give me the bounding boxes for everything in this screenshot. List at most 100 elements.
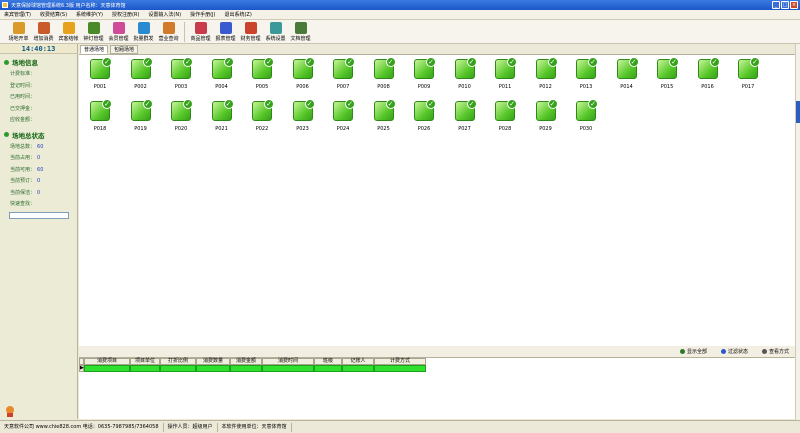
venue-label: P009 (417, 84, 431, 90)
menu-item[interactable]: 系统维护(Y) (76, 11, 103, 18)
status-value: 0 (37, 178, 41, 184)
menu-item[interactable]: 设置输入法(N) (148, 11, 181, 18)
venue-tile[interactable]: ✓ P009 (407, 56, 441, 96)
status-value: 60 (37, 143, 44, 150)
toolbar-button[interactable]: 宾客结帐 (56, 20, 81, 44)
table-cell[interactable] (342, 365, 374, 372)
info-row: 应收金额： (0, 115, 77, 127)
table-cell[interactable] (130, 365, 160, 372)
venue-tile[interactable]: ✓ P028 (488, 98, 522, 138)
toolbar-button[interactable]: 场地开单 (6, 20, 31, 44)
column-header[interactable]: 打折比例 (160, 358, 196, 365)
venue-tile[interactable]: ✓ P025 (367, 98, 401, 138)
status-label: 当前占用： (10, 155, 36, 161)
venue-open-icon (12, 22, 25, 34)
column-header[interactable]: 消费金额 (230, 358, 262, 365)
toolbar-button-label: 文档管理 (290, 36, 311, 42)
column-header[interactable]: 计费方式 (374, 358, 426, 365)
toolbar-button-label: 营业查询 (158, 36, 179, 42)
venue-tile[interactable]: ✓ P008 (367, 56, 401, 96)
checkmark-icon: ✓ (183, 57, 193, 67)
venue-tile[interactable]: ✓ P024 (326, 98, 360, 138)
venue-label: P030 (579, 126, 593, 132)
table-cell[interactable] (160, 365, 196, 372)
venue-status-icon: ✓ (373, 57, 396, 79)
venue-tile[interactable]: ✓ P010 (448, 56, 482, 96)
venue-tile[interactable]: ✓ P014 (610, 56, 644, 96)
toolbar-button[interactable]: 商品管理 (188, 20, 213, 44)
column-header[interactable]: 消费项目 (84, 358, 130, 365)
tab-box[interactable]: 包厢场地 (110, 45, 139, 54)
menu-item[interactable]: 操作手册(J) (190, 11, 215, 18)
checkmark-icon: ✓ (142, 99, 153, 109)
venue-tile[interactable]: ✓ P027 (448, 98, 482, 138)
venue-tile[interactable]: ✓ P016 (691, 56, 725, 96)
quick-search-input[interactable] (9, 211, 69, 219)
venue-tile[interactable]: ✓ P002 (124, 56, 158, 96)
table-cell[interactable] (262, 365, 314, 372)
venue-tile[interactable]: ✓ P023 (286, 98, 320, 138)
checkmark-icon: ✓ (345, 99, 355, 109)
table-cell[interactable] (196, 365, 230, 372)
venue-tile[interactable]: ✓ P017 (731, 56, 765, 96)
action-label: 显示全部 (686, 349, 707, 355)
toolbar-button[interactable]: 报表管理 (213, 20, 238, 44)
toolbar-button[interactable]: 钟灯管理 (81, 20, 106, 44)
venue-label: P010 (458, 84, 471, 90)
table-cell[interactable] (230, 365, 262, 372)
toolbar-button[interactable]: 增加消费 (31, 20, 56, 44)
venue-label: P026 (417, 126, 431, 132)
window-title: 天意保龄球馆管理系统6.3版 用户名称：天意体育馆 (11, 2, 126, 9)
maximize-button[interactable]: □ (781, 1, 789, 9)
toolbar-button[interactable]: 批量群发 (131, 20, 156, 44)
venue-status-icon: ✓ (576, 99, 598, 121)
venue-tile[interactable]: ✓ P005 (245, 56, 279, 96)
toolbar-button[interactable]: 营业查询 (156, 20, 181, 44)
column-header[interactable]: 消费数量 (196, 358, 230, 365)
venue-tile[interactable]: ✓ P026 (407, 98, 441, 138)
checkmark-icon: ✓ (588, 99, 598, 109)
venue-tile[interactable]: ✓ P030 (569, 98, 603, 138)
toolbar-button[interactable]: 系统设置 (263, 20, 288, 44)
venue-tile[interactable]: ✓ P007 (326, 56, 360, 96)
toolbar-button-label: 财务管理 (240, 36, 261, 42)
venue-tile[interactable]: ✓ P015 (650, 56, 684, 96)
column-header[interactable]: 项目单位 (130, 358, 160, 365)
scrollbar-thumb[interactable] (796, 101, 800, 123)
table-cell[interactable] (314, 365, 342, 372)
table-row[interactable]: ▶ (79, 365, 795, 372)
venue-tile[interactable]: ✓ P004 (205, 56, 239, 96)
venue-tile[interactable]: ✓ P021 (205, 98, 239, 138)
action-1[interactable]: 过滤状态 (720, 348, 748, 355)
venue-tile[interactable]: ✓ P012 (529, 56, 563, 96)
toolbar-button[interactable]: 会员管理 (106, 20, 131, 44)
venue-tile[interactable]: ✓ P020 (164, 98, 198, 138)
column-header[interactable]: 记账人 (342, 358, 374, 365)
column-header[interactable]: 消费时间 (262, 358, 314, 365)
action-2[interactable]: 查看方式 (761, 348, 789, 355)
tab-normal[interactable]: 普通场地 (80, 45, 109, 54)
info-label: 已交押金： (10, 105, 36, 112)
venue-tile[interactable]: ✓ P003 (164, 56, 198, 96)
venue-tile[interactable]: ✓ P013 (569, 56, 603, 96)
venue-tile[interactable]: ✓ P022 (245, 98, 279, 138)
column-header[interactable]: 班级 (314, 358, 342, 365)
venue-tile[interactable]: ✓ P019 (124, 98, 158, 138)
action-0[interactable]: 显示全部 (679, 348, 707, 355)
venue-tile[interactable]: ✓ P018 (83, 98, 117, 138)
menu-item[interactable]: 来宾管理(T) (4, 11, 31, 18)
menu-item[interactable]: 授权注册(R) (112, 11, 139, 18)
venue-tile[interactable]: ✓ P011 (488, 56, 522, 96)
toolbar-button[interactable]: 财务管理 (238, 20, 263, 44)
venue-tile[interactable]: ✓ P001 (83, 56, 117, 96)
table-cell[interactable] (374, 365, 426, 372)
menu-item[interactable]: 退出系统(Z) (224, 11, 251, 18)
venue-tile[interactable]: ✓ P006 (286, 56, 320, 96)
minimize-button[interactable]: _ (772, 1, 780, 9)
close-button[interactable]: × (790, 1, 798, 9)
toolbar-button[interactable]: 文档管理 (288, 20, 313, 44)
vertical-scrollbar[interactable] (795, 44, 800, 420)
venue-tile[interactable]: ✓ P029 (529, 98, 563, 138)
menu-item[interactable]: 收费结算(S) (40, 11, 67, 18)
table-cell[interactable] (84, 365, 130, 372)
